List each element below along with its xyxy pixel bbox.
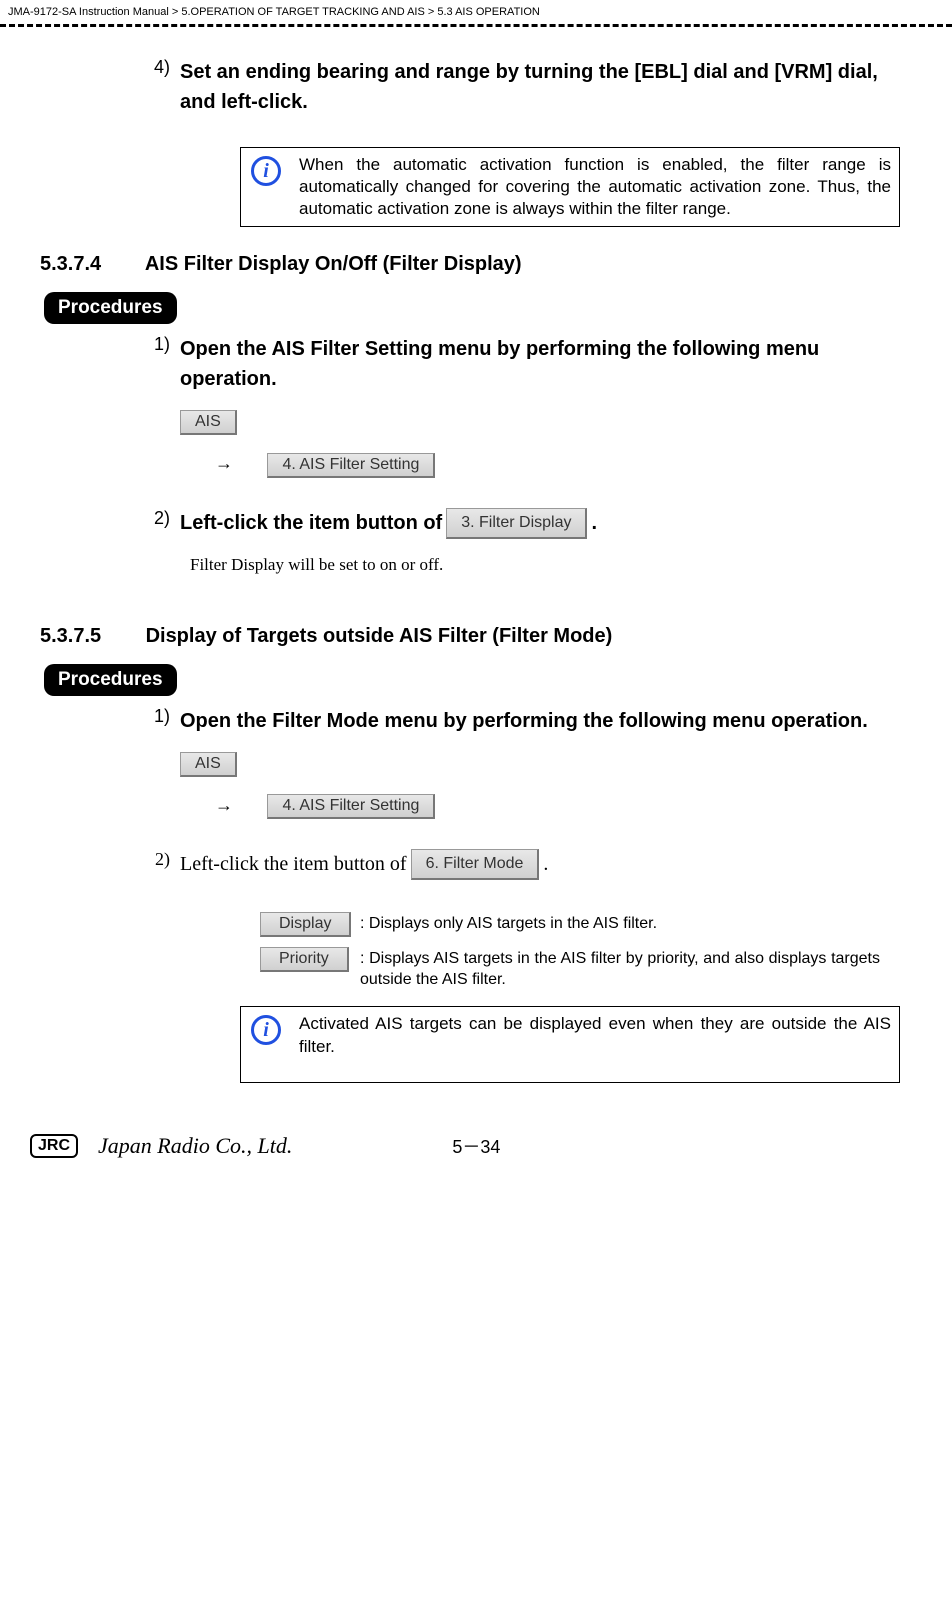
step-5374-1: 1) Open the AIS Filter Setting menu by p… [40, 334, 912, 394]
option-description: : Displays only AIS targets in the AIS f… [350, 912, 880, 935]
info-box-2: i Activated AIS targets can be displayed… [240, 1006, 900, 1082]
menu-path: AIS → 4. AIS Filter Setting [180, 752, 912, 819]
section-number: 5.3.7.4 [40, 253, 140, 276]
priority-button[interactable]: Priority [260, 947, 349, 972]
footer: JRC Japan Radio Co., Ltd. 5－34 [0, 1103, 952, 1179]
page-number: 5－34 [452, 1133, 500, 1159]
step-4: 4) Set an ending bearing and range by tu… [40, 57, 912, 117]
breadcrumb: JMA-9172-SA Instruction Manual > 5.OPERA… [0, 0, 952, 20]
step-5375-1: 1) Open the Filter Mode menu by performi… [40, 706, 912, 736]
option-priority: Priority : Displays AIS targets in the A… [260, 947, 912, 991]
section-heading-5375: 5.3.7.5 Display of Targets outside AIS F… [40, 625, 912, 648]
arrow-icon: → [215, 795, 233, 816]
procedures-badge: Procedures [44, 292, 177, 324]
jrc-logo-box: JRC [30, 1134, 78, 1158]
display-button[interactable]: Display [260, 912, 351, 937]
step-number: 4) [40, 57, 180, 117]
info-text: When the automatic activation function i… [291, 148, 899, 226]
section-title: Display of Targets outside AIS Filter (F… [146, 625, 613, 647]
jrc-company-name: Japan Radio Co., Ltd. [98, 1133, 292, 1159]
step-number: 2) [40, 849, 180, 880]
ais-filter-setting-button[interactable]: 4. AIS Filter Setting [267, 794, 435, 819]
option-display: Display : Displays only AIS targets in t… [260, 912, 912, 937]
info-icon: i [251, 1015, 281, 1045]
step-text: Open the Filter Mode menu by performing … [180, 706, 912, 736]
body-text: Filter Display will be set to on or off. [190, 555, 912, 575]
ais-button[interactable]: AIS [180, 410, 237, 435]
filter-display-button[interactable]: 3. Filter Display [446, 508, 587, 539]
step-5375-2: 2) Left-click the item button of 6. Filt… [40, 849, 912, 880]
step-number: 1) [40, 706, 180, 736]
step-number: 2) [40, 508, 180, 539]
step-text: Set an ending bearing and range by turni… [180, 57, 912, 117]
ais-button[interactable]: AIS [180, 752, 237, 777]
menu-path: AIS → 4. AIS Filter Setting [180, 410, 912, 477]
ais-filter-setting-button[interactable]: 4. AIS Filter Setting [267, 453, 435, 478]
step-text-before: Left-click the item button of [180, 849, 407, 879]
info-text: Activated AIS targets can be displayed e… [291, 1007, 899, 1081]
divider [0, 24, 952, 27]
arrow-icon: → [215, 453, 233, 474]
step-text-after: . [543, 849, 548, 879]
section-heading-5374: 5.3.7.4 AIS Filter Display On/Off (Filte… [40, 253, 912, 276]
step-5374-2: 2) Left-click the item button of 3. Filt… [40, 508, 912, 539]
step-number: 1) [40, 334, 180, 394]
step-text: Open the AIS Filter Setting menu by perf… [180, 334, 912, 394]
step-text-before: Left-click the item button of [180, 508, 442, 538]
filter-mode-button[interactable]: 6. Filter Mode [411, 849, 540, 880]
section-title: AIS Filter Display On/Off (Filter Displa… [145, 253, 522, 275]
procedures-badge: Procedures [44, 664, 177, 696]
section-number: 5.3.7.5 [40, 625, 140, 648]
info-box-1: i When the automatic activation function… [240, 147, 900, 227]
info-icon: i [251, 156, 281, 186]
option-description: : Displays AIS targets in the AIS filter… [350, 947, 880, 991]
step-text-after: . [591, 508, 597, 538]
